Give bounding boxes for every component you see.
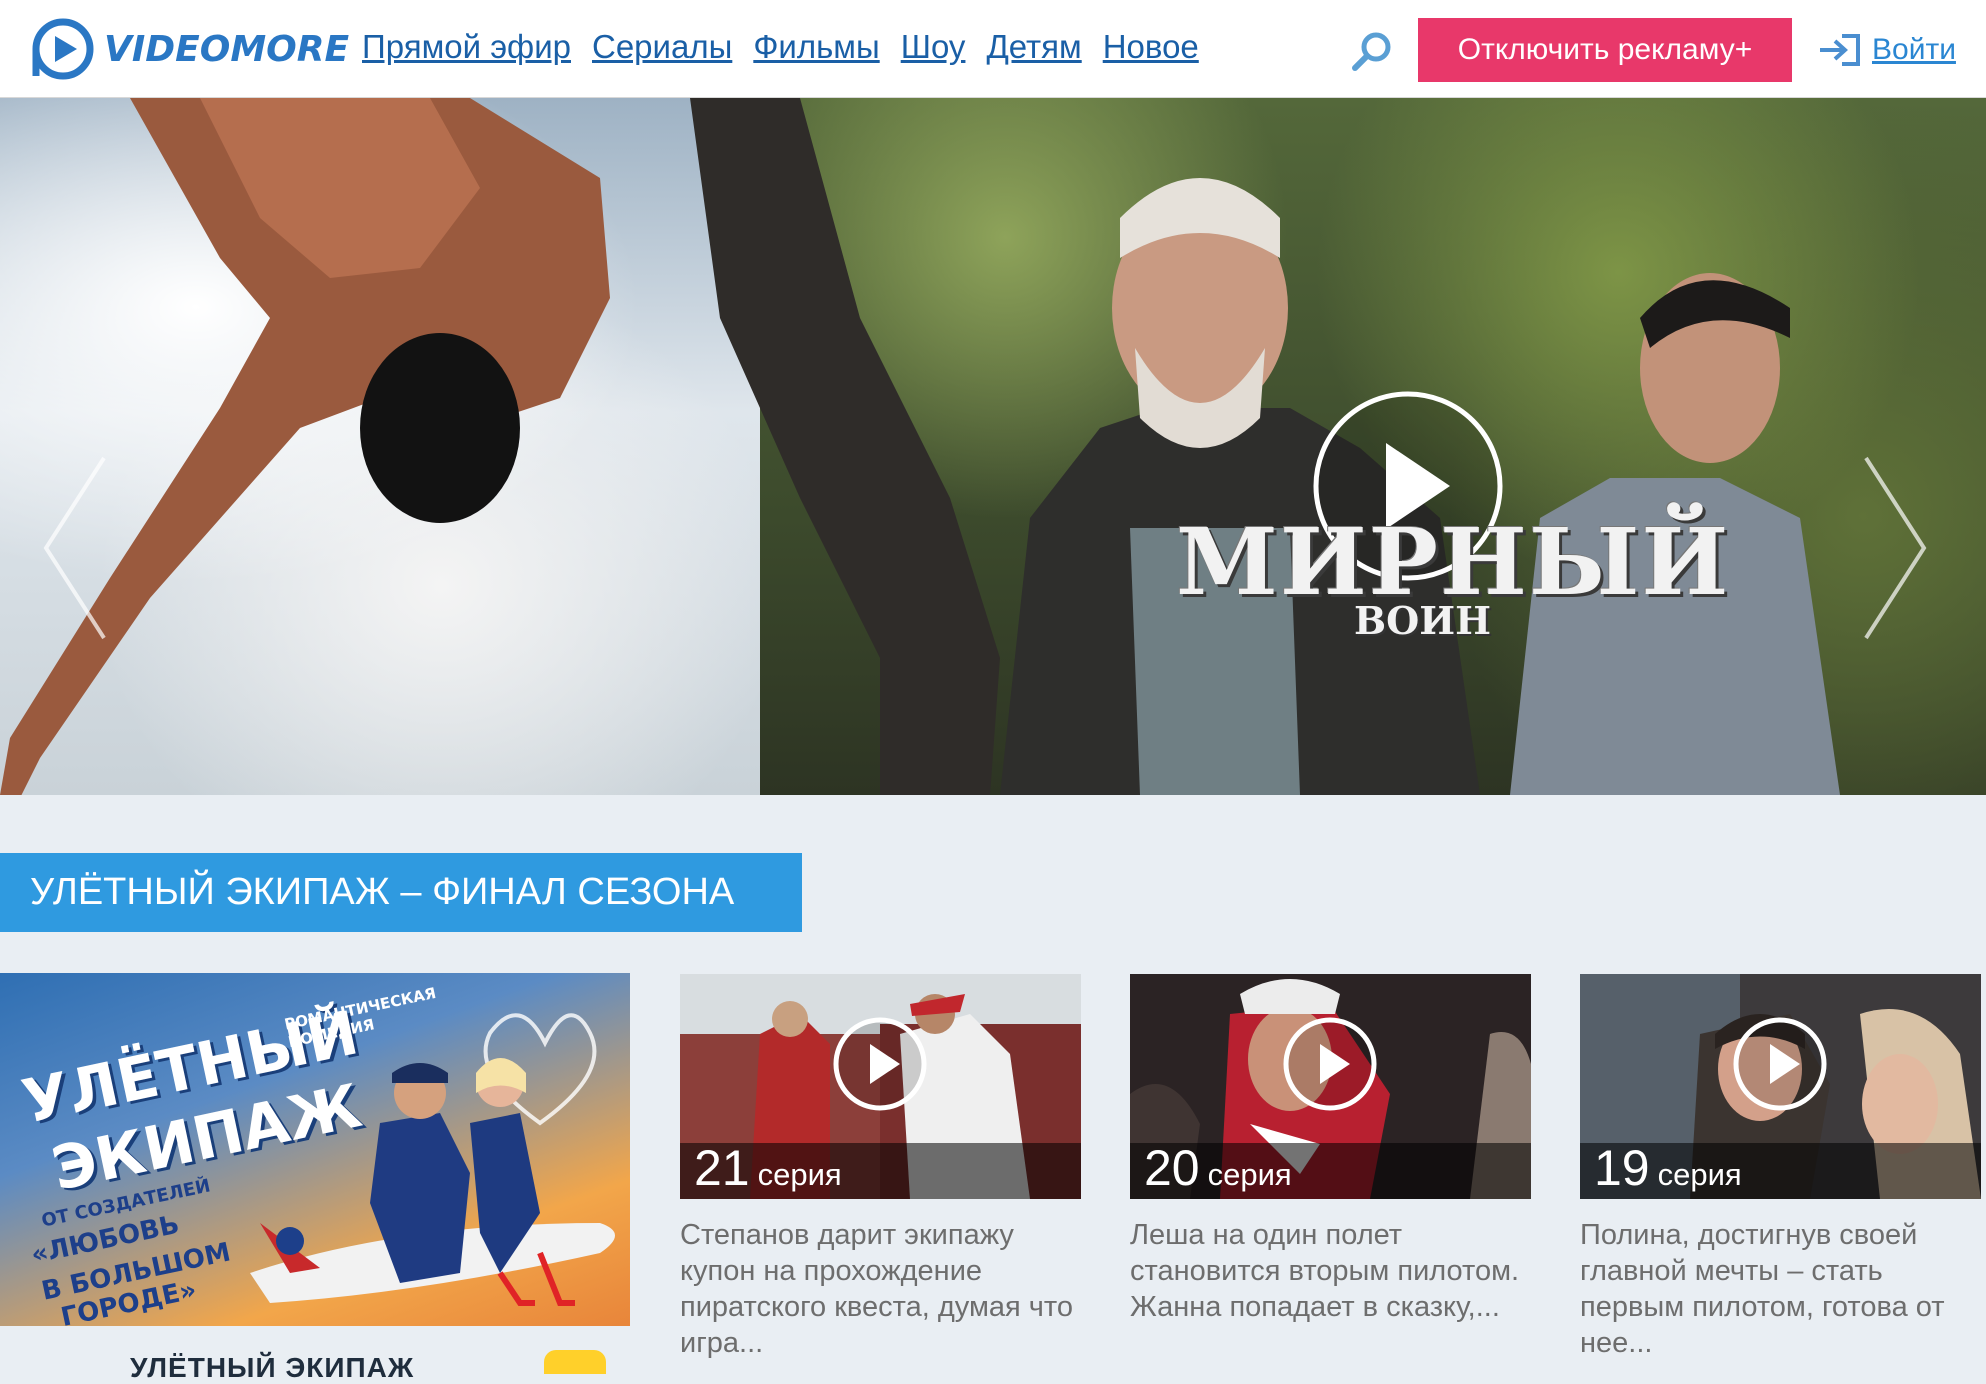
episode-description[interactable]: Полина, достигнув своей главной мечты – …: [1580, 1217, 1981, 1361]
episode-number-label: серия: [1657, 1157, 1742, 1192]
hero-slider[interactable]: МИРНЫЙ ВОИН: [0, 98, 1986, 795]
episode-card[interactable]: 19 серия Полина, достигнув своей главной …: [1580, 974, 1981, 1361]
episode-number-value: 20: [1144, 1140, 1200, 1196]
nav-new[interactable]: Новое: [1103, 28, 1199, 66]
nav-shows[interactable]: Шоу: [901, 28, 966, 66]
play-logo-icon: [32, 18, 94, 80]
episode-number-value: 19: [1594, 1140, 1650, 1196]
episode-thumbnail[interactable]: 19 серия: [1580, 974, 1981, 1199]
episode-play-icon[interactable]: [1730, 1014, 1830, 1114]
episode-play-icon[interactable]: [830, 1014, 930, 1114]
episode-card[interactable]: 20 серия Леша на один полет становится вт…: [1130, 974, 1531, 1325]
login-link[interactable]: Войти: [1818, 32, 1956, 68]
nav-live[interactable]: Прямой эфир: [362, 28, 571, 66]
episode-number: 21 серия: [694, 1139, 842, 1197]
slider-prev-arrow-icon[interactable]: [34, 448, 114, 648]
nav-movies[interactable]: Фильмы: [753, 28, 879, 66]
episode-thumbnail[interactable]: 21 серия: [680, 974, 1081, 1199]
episode-description[interactable]: Степанов дарит экипажу купон на прохожде…: [680, 1217, 1081, 1361]
hero-subtitle: ВОИН: [1354, 598, 1492, 643]
episode-number-value: 21: [694, 1140, 750, 1196]
nav-kids[interactable]: Детям: [986, 28, 1081, 66]
episode-number: 20 серия: [1144, 1139, 1292, 1197]
poster-badge: [544, 1350, 606, 1374]
episode-card[interactable]: 21 серия Степанов дарит экипажу купон на …: [680, 974, 1081, 1361]
episode-play-icon[interactable]: [1280, 1014, 1380, 1114]
episode-description[interactable]: Леша на один полет становится вторым пил…: [1130, 1217, 1531, 1325]
episode-number-label: серия: [1207, 1157, 1292, 1192]
disable-ads-button[interactable]: Отключить рекламу+: [1418, 18, 1792, 82]
login-icon: [1820, 34, 1860, 66]
login-label: Войти: [1872, 33, 1956, 66]
episode-thumbnail[interactable]: 20 серия: [1130, 974, 1531, 1199]
videomore-logo[interactable]: VIDEOMORE: [30, 16, 349, 82]
episode-number: 19 серия: [1594, 1139, 1742, 1197]
search-icon[interactable]: [1350, 30, 1394, 74]
section-title[interactable]: УЛЁТНЫЙ ЭКИПАЖ – ФИНАЛ СЕЗОНА: [0, 853, 802, 932]
hero-artwork: [0, 98, 1840, 795]
site-header: VIDEOMORE Прямой эфир Сериалы Фильмы Шоу…: [0, 0, 1986, 98]
nav-series[interactable]: Сериалы: [592, 28, 732, 66]
logo-text: VIDEOMORE: [104, 28, 350, 70]
main-nav: Прямой эфир Сериалы Фильмы Шоу Детям Нов…: [362, 28, 1220, 66]
episode-number-label: серия: [757, 1157, 842, 1192]
poster-caption[interactable]: УЛЁТНЫЙ ЭКИПАЖ: [130, 1352, 414, 1384]
promo-poster[interactable]: УЛЁТНЫЙ ЭКИПАЖ РОМАНТИЧЕСКАЯ КОМЕДИЯ ОТ …: [0, 973, 630, 1326]
slider-next-arrow-icon[interactable]: [1856, 448, 1936, 648]
